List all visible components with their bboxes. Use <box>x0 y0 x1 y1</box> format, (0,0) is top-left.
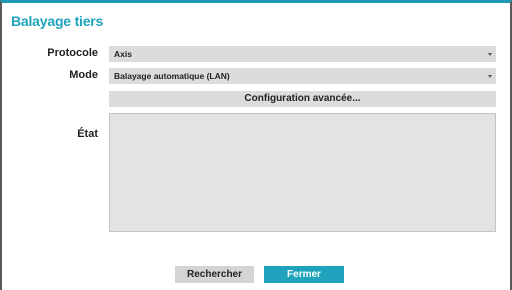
protocol-label: Protocole <box>47 47 98 59</box>
search-button[interactable]: Rechercher <box>175 266 254 283</box>
protocol-select[interactable]: Axis <box>109 46 496 62</box>
close-button[interactable]: Fermer <box>264 266 344 283</box>
dialog-title: Balayage tiers <box>11 13 104 29</box>
third-party-scan-dialog: Balayage tiers Protocole Axis Mode Balay… <box>0 0 512 290</box>
triangle-down-icon <box>488 53 492 56</box>
mode-select[interactable]: Balayage automatique (LAN) <box>109 68 496 84</box>
status-label: État <box>77 128 98 140</box>
advanced-config-button[interactable]: Configuration avancée... <box>109 91 496 107</box>
mode-select-value: Balayage automatique (LAN) <box>114 71 230 81</box>
protocol-select-value: Axis <box>114 49 132 59</box>
mode-label: Mode <box>69 69 98 81</box>
triangle-down-icon <box>488 75 492 78</box>
status-textarea[interactable] <box>109 113 496 232</box>
